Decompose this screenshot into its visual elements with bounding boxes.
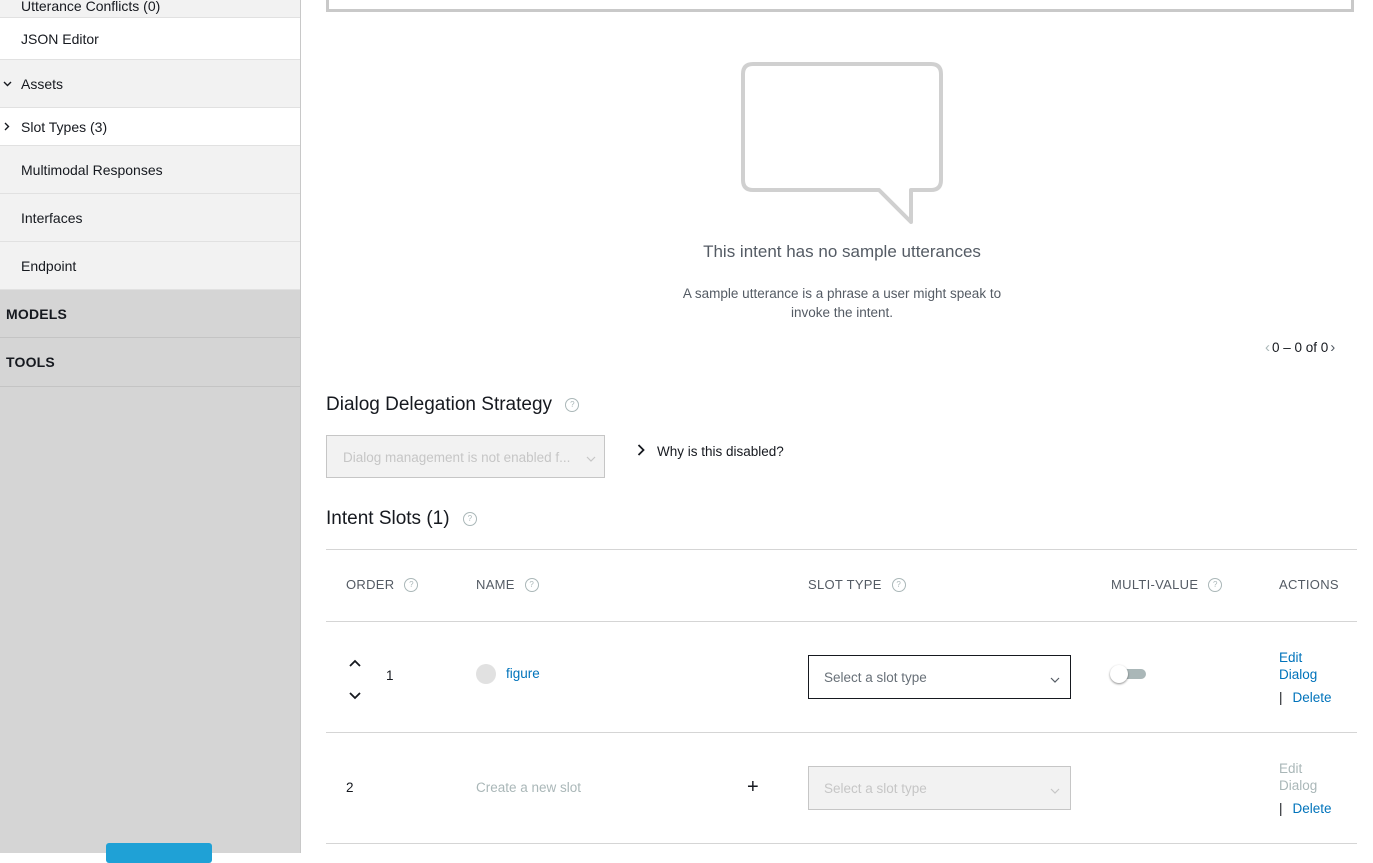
column-header-name: NAME ? [476,577,539,592]
sidebar-section-label: TOOLS [6,354,55,370]
delete-link[interactable]: Delete [1293,690,1332,705]
row-actions: Edit Dialog | Delete [1279,649,1332,706]
column-header-label: NAME [476,577,515,592]
chevron-down-icon [1050,782,1060,797]
slot-order: 2 [346,780,354,795]
delegation-strategy-select[interactable]: Dialog management is not enabled f... [326,435,605,478]
sidebar-item-multimodal-responses[interactable]: Multimodal Responses [0,146,300,194]
slot-type-placeholder: Select a slot type [824,781,927,796]
sidebar-item-assets[interactable]: Assets [0,60,300,108]
slot-name-link[interactable]: figure [506,666,540,681]
slot-radio[interactable] [476,664,496,684]
help-icon[interactable]: ? [462,511,477,526]
main-content: This intent has no sample utterances A s… [301,0,1373,853]
sidebar-section-tools[interactable]: TOOLS [0,338,300,387]
column-header-label: SLOT TYPE [808,577,882,592]
move-up-icon[interactable] [349,655,361,670]
row-actions: Edit Dialog | Delete [1279,760,1332,817]
separator: | [1279,801,1283,816]
chevron-right-icon[interactable]: › [1330,339,1335,356]
column-header-label: MULTI-VALUE [1111,577,1199,592]
slot-type-select[interactable]: Select a slot type [808,766,1071,810]
empty-state-title: This intent has no sample utterances [703,242,981,261]
help-icon[interactable]: ? [524,577,539,592]
sidebar-item-label: Multimodal Responses [21,161,163,178]
column-header-label: ACTIONS [1279,577,1339,592]
pagination: ‹ 0 – 0 of 0 › [1265,339,1335,356]
chevron-right-icon [637,444,645,459]
divider [326,732,1357,733]
delegation-select-value: Dialog management is not enabled f... [343,450,571,465]
why-disabled-link[interactable]: Why is this disabled? [637,444,784,459]
toggle-knob [1110,665,1128,683]
create-slot-input[interactable]: Create a new slot [476,780,581,795]
sidebar-item-label: Utterance Conflicts (0) [21,0,161,14]
help-icon[interactable]: ? [404,577,419,592]
divider [326,621,1357,622]
sidebar-item-endpoint[interactable]: Endpoint [0,242,300,290]
edit-dialog-link[interactable]: Edit Dialog [1279,760,1324,794]
utterance-input-box[interactable] [326,0,1354,12]
intent-slots-title-text: Intent Slots (1) [326,508,450,529]
help-icon[interactable]: ? [1208,577,1223,592]
add-slot-icon[interactable]: + [747,776,759,799]
help-icon[interactable]: ? [891,577,906,592]
divider [326,549,1357,550]
sidebar-section-models[interactable]: MODELS [0,290,300,338]
multi-value-toggle[interactable] [1110,665,1150,683]
chevron-down-icon [1050,671,1060,686]
delegation-title: Dialog Delegation Strategy ? [326,394,580,416]
delegation-title-text: Dialog Delegation Strategy [326,394,553,415]
sidebar: Utterance Conflicts (0) JSON Editor Asse… [0,0,301,863]
sidebar-item-label: Slot Types (3) [21,118,108,135]
chevron-down-icon [2,79,12,89]
why-disabled-text: Why is this disabled? [657,444,784,459]
column-header-order: ORDER ? [346,577,419,592]
chevron-down-icon [586,450,596,465]
sidebar-item-slot-types[interactable]: Slot Types (3) [0,108,300,146]
move-down-icon[interactable] [349,688,361,703]
help-icon[interactable]: ? [565,397,580,412]
slot-type-select[interactable]: Select a slot type [808,655,1071,699]
separator: | [1279,690,1283,705]
slot-type-placeholder: Select a slot type [824,670,927,685]
sidebar-item-label: Interfaces [21,209,83,226]
column-header-multi-value: MULTI-VALUE ? [1111,577,1223,592]
sidebar-item-interfaces[interactable]: Interfaces [0,194,300,242]
empty-state-description: A sample utterance is a phrase a user mi… [682,286,1002,320]
sidebar-item-label: JSON Editor [21,30,99,47]
sidebar-item-utterance-conflicts[interactable]: Utterance Conflicts (0) [0,0,300,18]
delete-link[interactable]: Delete [1293,801,1332,816]
chevron-right-icon [2,122,12,132]
divider [326,843,1357,844]
column-header-actions: ACTIONS [1279,577,1339,592]
column-header-slot-type: SLOT TYPE ? [808,577,906,592]
sidebar-item-label: Endpoint [21,257,77,274]
sidebar-section-label: MODELS [6,305,68,322]
speech-bubble-icon [741,62,943,231]
chevron-left-icon[interactable]: ‹ [1265,339,1270,356]
column-header-label: ORDER [346,577,395,592]
slot-order: 1 [386,668,394,683]
edit-dialog-link[interactable]: Edit Dialog [1279,649,1324,683]
pagination-text: 0 – 0 of 0 [1272,340,1329,355]
sidebar-item-json-editor[interactable]: JSON Editor [0,18,300,60]
feedback-button[interactable] [106,843,212,863]
intent-slots-title: Intent Slots (1) ? [326,508,477,530]
sidebar-item-label: Assets [21,75,64,92]
